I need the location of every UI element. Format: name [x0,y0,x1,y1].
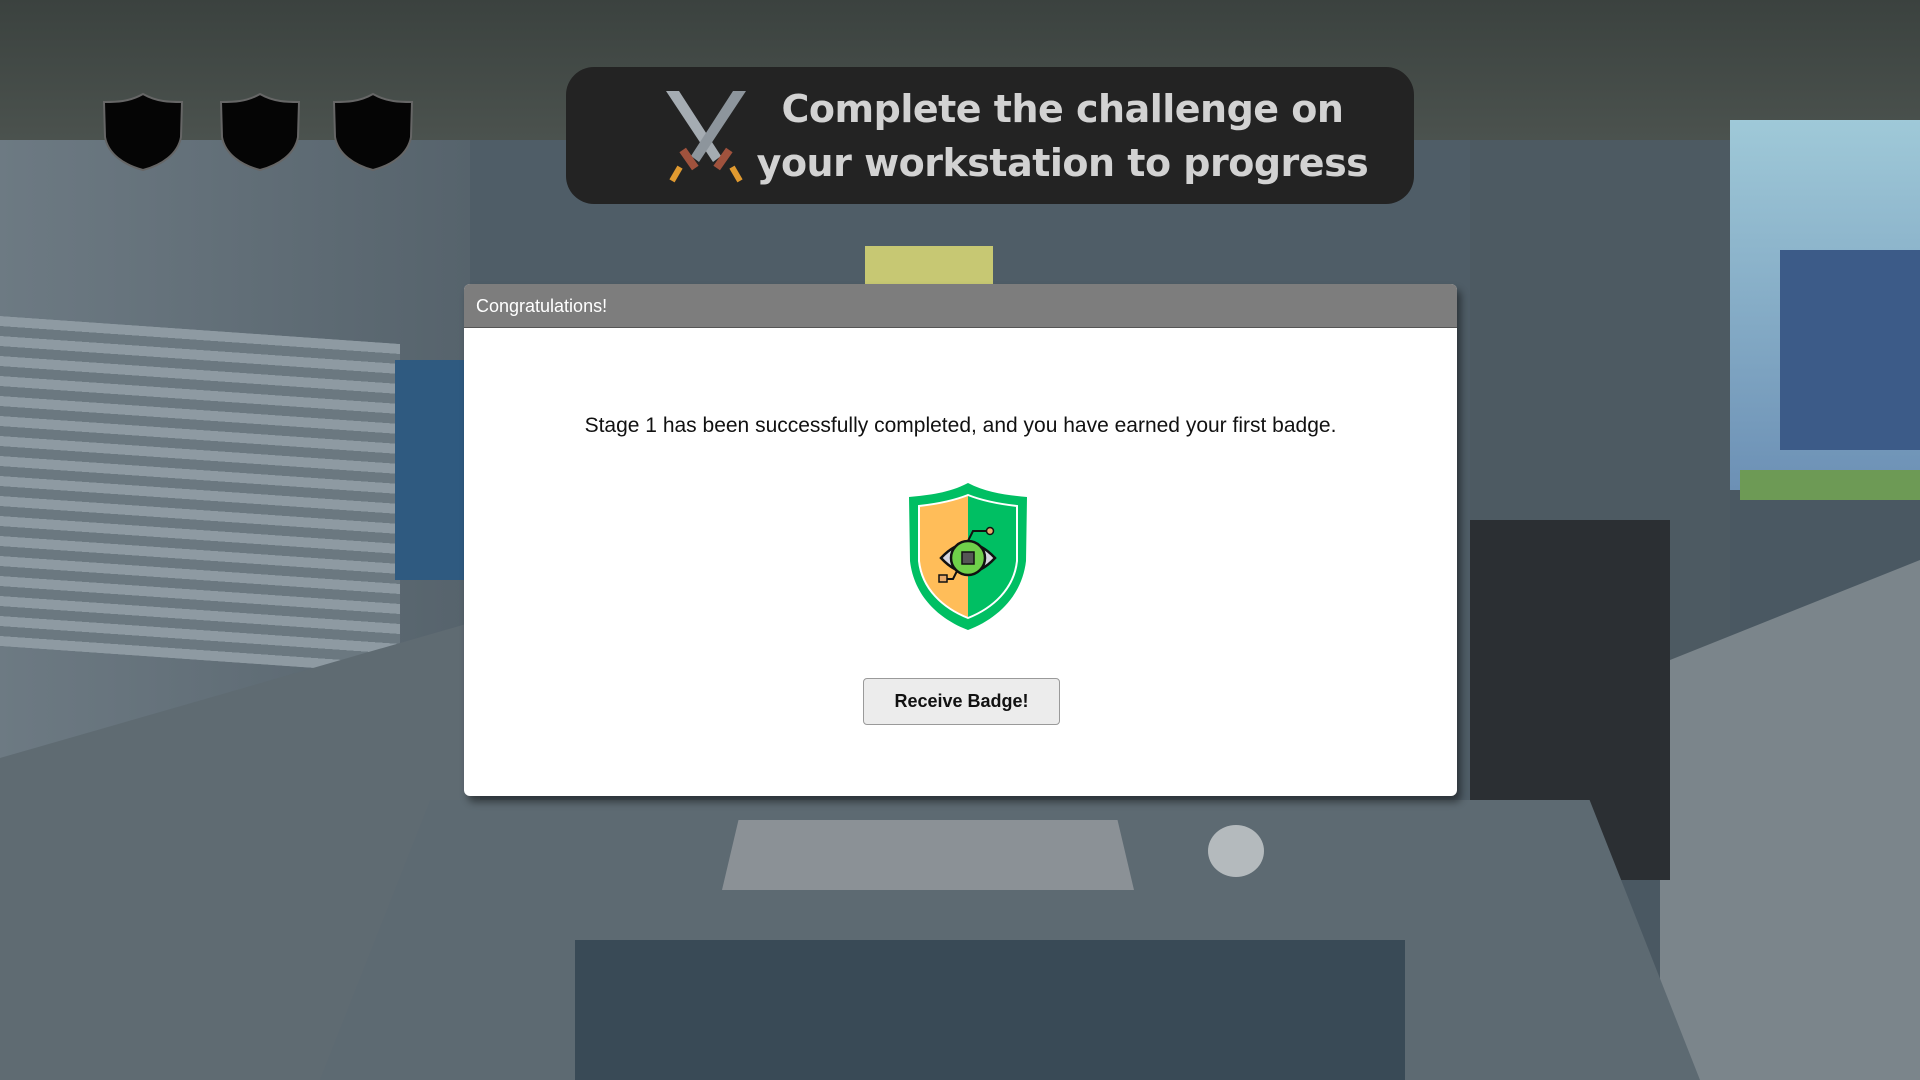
empty-badge-slot-2-shield-icon [219,92,301,172]
empty-badge-slot-1-shield-icon [102,92,184,172]
mouse [1208,825,1264,877]
sticky-note [865,246,993,286]
objective-banner: Complete the challenge on your workstati… [566,67,1414,204]
cyber-eye-shield-badge-icon [909,483,1027,630]
desk-underside [575,940,1405,1080]
receive-badge-button[interactable]: Receive Badge! [863,678,1060,725]
dialog-message: Stage 1 has been successfully completed,… [584,414,1337,437]
objective-text: Complete the challenge on your workstati… [756,86,1369,185]
outside-grass [1740,470,1920,500]
crossed-swords-icon [666,90,746,182]
dialog-title: Congratulations! [464,284,1457,328]
keyboard [722,820,1134,890]
door [395,360,465,580]
outside-building [1780,250,1920,450]
congratulations-dialog: Congratulations! Stage 1 has been succes… [464,284,1457,796]
empty-badge-slot-3-shield-icon [332,92,414,172]
window-blinds [0,316,400,674]
